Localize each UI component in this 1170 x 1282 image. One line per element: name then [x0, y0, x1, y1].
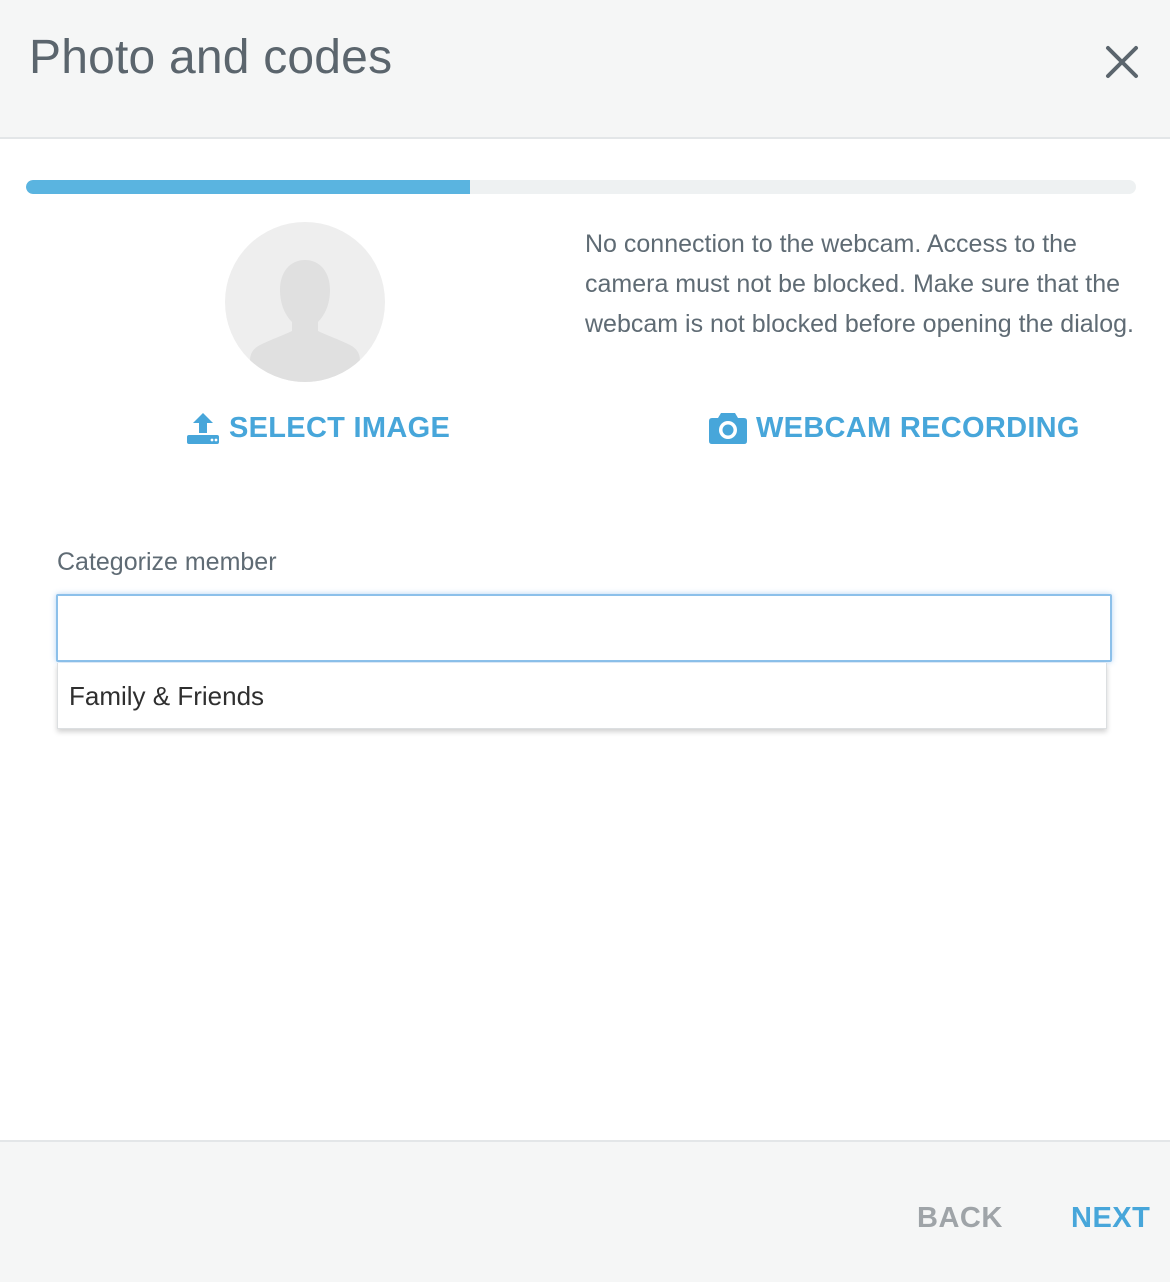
webcam-error-message: No connection to the webcam. Access to t…	[585, 230, 1134, 338]
progress-bar	[26, 180, 1136, 194]
select-image-button[interactable]: SELECT IMAGE	[185, 405, 450, 451]
progress-bar-fill	[26, 180, 470, 194]
category-dropdown: Family & Friends	[57, 663, 1107, 729]
back-button[interactable]: BACK	[917, 1202, 1003, 1235]
dialog-header: Photo and codes	[0, 0, 1170, 139]
dropdown-option-family-friends[interactable]: Family & Friends	[69, 681, 264, 712]
dialog-footer: BACK NEXT	[0, 1140, 1170, 1282]
camera-icon	[709, 413, 747, 444]
avatar	[225, 222, 385, 382]
webcam-recording-button[interactable]: WEBCAM RECORDING	[708, 405, 1080, 451]
person-silhouette-icon	[250, 260, 360, 382]
close-icon	[1106, 46, 1138, 78]
upload-icon	[187, 413, 219, 444]
categorize-member-label: Categorize member	[57, 548, 277, 576]
categorize-member-input[interactable]	[56, 594, 1112, 662]
webcam-recording-label: WEBCAM RECORDING	[756, 411, 1080, 444]
dialog-title: Photo and codes	[29, 31, 393, 84]
next-button[interactable]: NEXT	[1071, 1202, 1150, 1235]
select-image-label: SELECT IMAGE	[229, 411, 451, 444]
close-button[interactable]	[1098, 38, 1146, 86]
